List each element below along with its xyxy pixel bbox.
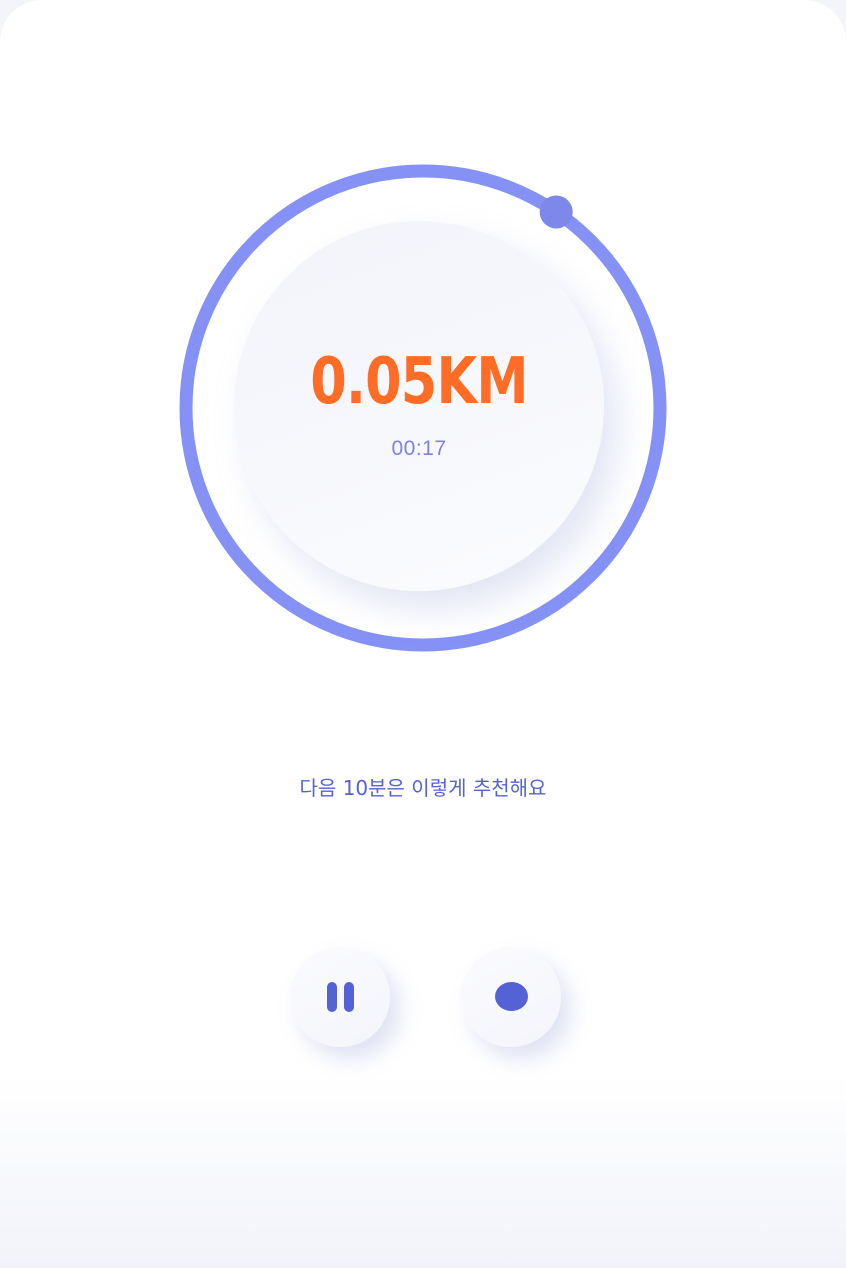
recommendation-link[interactable]: 다음 10분은 이렇게 추천해요 — [0, 774, 846, 802]
pause-bar-left — [327, 982, 337, 1012]
distance-readout: 0.05KM — [310, 345, 528, 419]
pause-button[interactable] — [290, 947, 390, 1047]
progress-knob[interactable] — [539, 195, 573, 229]
running-tracker-screen: 0.05KM 00:17 다음 10분은 이렇게 추천해요 — [0, 0, 846, 1268]
stop-icon — [495, 982, 528, 1011]
stop-button[interactable] — [461, 947, 561, 1047]
pause-icon — [327, 982, 355, 1012]
pause-bar-right — [344, 982, 354, 1012]
elapsed-time: 00:17 — [391, 437, 447, 460]
